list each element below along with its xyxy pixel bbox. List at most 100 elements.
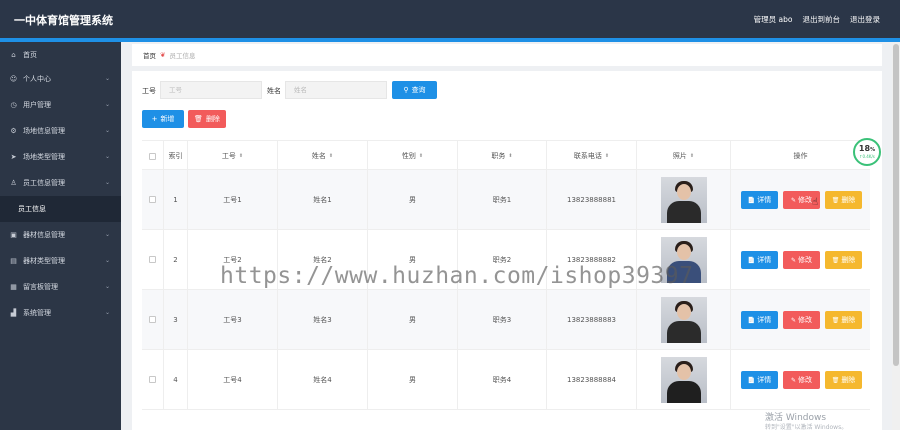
header-checkbox-cell	[142, 141, 164, 171]
name-filter-input[interactable]: 姓名	[285, 81, 387, 99]
id-filter-input[interactable]: 工号	[160, 81, 262, 99]
chevron-down-icon: ⌄	[104, 283, 110, 290]
header-accent-line	[0, 38, 900, 42]
sidebar-subitem-staff-info[interactable]: 员工信息	[0, 196, 121, 222]
detail-button[interactable]: 📄 详情	[741, 371, 778, 389]
header-gender[interactable]: 性别 ⬍	[368, 141, 458, 171]
batch-delete-label: 删除	[205, 115, 220, 123]
row-checkbox-cell	[142, 290, 164, 349]
staff-photo	[660, 356, 707, 403]
row-checkbox[interactable]	[149, 376, 156, 383]
header-phone[interactable]: 联系电话 ⬍	[547, 141, 637, 171]
row-checkbox-cell	[142, 230, 164, 289]
batch-delete-button[interactable]: 🗑 删除	[188, 110, 226, 128]
chevron-down-icon: ⌄	[104, 75, 110, 82]
document-icon: 📄	[747, 196, 756, 204]
page-scrollbar[interactable]	[892, 42, 900, 430]
sidebar-item-label: 场地类型管理	[23, 153, 65, 161]
sidebar-item-0[interactable]: ⌂ 首页	[0, 42, 121, 68]
box-icon: ▣	[10, 231, 17, 239]
scrollbar-thumb[interactable]	[893, 44, 899, 366]
header-id-label: 工号	[221, 152, 236, 160]
ops-cell: 📄 详情 ✎ 修改 🗑 删除	[731, 350, 870, 409]
admin-name[interactable]: 管理员 abo	[754, 14, 793, 25]
table-row: 4 工号4 姓名4 男职务4 13823888884 📄 详情 ✎ 修改 🗑 删除	[142, 350, 870, 410]
sort-icon: ⬍	[418, 153, 424, 159]
sidebar-item-label: 员工信息管理	[23, 179, 65, 187]
delete-button[interactable]: 🗑 删除	[825, 371, 862, 389]
cell-id: 工号1	[188, 170, 278, 229]
sidebar-item-4[interactable]: ➤ 场地类型管理 ⌄	[0, 144, 121, 170]
delete-button-label: 删除	[841, 376, 856, 384]
cell-position: 职务1	[458, 170, 547, 229]
edit-button[interactable]: ✎ 修改	[783, 371, 820, 389]
header-position[interactable]: 职务 ⬍	[458, 141, 547, 171]
header-name[interactable]: 姓名 ⬍	[278, 141, 368, 171]
photo-cell	[637, 170, 731, 229]
user-icon: ☺	[9, 75, 18, 83]
person-icon: ♙	[10, 179, 17, 187]
photo-face	[676, 183, 691, 200]
header-photo[interactable]: 照片 ⬍	[637, 141, 731, 171]
query-button[interactable]: ⚲ 查询	[392, 81, 437, 99]
query-button-label: 查询	[411, 86, 426, 94]
document-icon: 📄	[747, 256, 756, 264]
edit-button[interactable]: ✎ 修改	[783, 251, 820, 269]
detail-button-label: 详情	[757, 376, 772, 384]
sidebar-item-9[interactable]: ▟ 系统管理 ⌄	[0, 300, 121, 326]
clock-icon: ◷	[10, 101, 17, 109]
row-checkbox-cell	[142, 170, 164, 229]
sidebar-item-8[interactable]: ▦ 留言板管理 ⌄	[0, 274, 121, 300]
sidebar-item-1[interactable]: ☺ 个人中心 ⌄	[0, 66, 121, 92]
sidebar-item-label: 留言板管理	[23, 283, 58, 291]
row-checkbox[interactable]	[149, 316, 156, 323]
photo-body	[666, 380, 701, 403]
delete-button[interactable]: 🗑 删除	[825, 311, 862, 329]
sidebar: ⌂ 首页 ☺ 个人中心 ⌄ ◷ 用户管理 ⌄ ⚙ 场地信息管理 ⌄ ➤ 场地类型管理 ⌄ ♙ 员工信息管理 ⌄ ▣…	[0, 42, 121, 430]
sidebar-item-label: 器材类型管理	[23, 257, 65, 265]
detail-button[interactable]: 📄 详情	[741, 251, 778, 269]
edit-button-label: 修改	[798, 256, 813, 264]
cell-index: 4	[164, 350, 188, 409]
photo-face	[676, 243, 691, 260]
ops-cell: 📄 详情 ✎ 修改 🗑 删除	[731, 170, 870, 229]
row-checkbox[interactable]	[149, 256, 156, 263]
detail-button-label: 详情	[757, 196, 772, 204]
header-ops: 操作	[793, 152, 808, 160]
sort-icon: ⬍	[508, 153, 513, 159]
sidebar-item-6[interactable]: ▣ 器材信息管理 ⌄	[0, 222, 121, 248]
detail-button[interactable]: 📄 详情	[741, 191, 778, 209]
cell-id: 工号4	[188, 350, 278, 409]
trash-icon: 🗑	[831, 376, 840, 384]
table-row: 1 工号1 姓名1 男职务1 13823888881 📄 详情 ✎ 修改 🗑 删除	[142, 170, 870, 230]
add-button[interactable]: + 新增	[142, 110, 184, 128]
cell-gender: 男	[368, 350, 458, 409]
breadcrumb-current: 员工信息	[169, 52, 196, 60]
breadcrumb-home[interactable]: 首页	[143, 50, 156, 60]
delete-button-label: 删除	[841, 256, 856, 264]
edit-button[interactable]: ✎ 修改	[783, 311, 820, 329]
delete-button[interactable]: 🗑 删除	[825, 191, 862, 209]
trash-icon: 🗑	[831, 316, 840, 324]
add-button-label: 新增	[160, 115, 175, 123]
sidebar-item-2[interactable]: ◷ 用户管理 ⌄	[0, 92, 121, 118]
sidebar-item-3[interactable]: ⚙ 场地信息管理 ⌄	[0, 118, 121, 144]
delete-button[interactable]: 🗑 删除	[825, 251, 862, 269]
cell-name: 姓名1	[278, 170, 368, 229]
chevron-down-icon: ⌄	[104, 257, 110, 264]
row-checkbox[interactable]	[149, 196, 156, 203]
photo-cell	[637, 350, 731, 409]
detail-button[interactable]: 📄 详情	[741, 311, 778, 329]
select-all-checkbox[interactable]	[149, 152, 156, 160]
cell-position: 职务3	[458, 290, 547, 349]
progress-speed: ↑0.4K/s	[859, 154, 875, 159]
sidebar-item-5[interactable]: ♙ 员工信息管理 ⌄	[0, 170, 121, 196]
logout-link[interactable]: 退出登录	[850, 14, 880, 25]
sidebar-item-label: 个人中心	[23, 75, 51, 83]
back-to-front-link[interactable]: 退出到前台	[803, 14, 841, 25]
header-position-label: 职务	[491, 152, 506, 160]
gear-icon: ⚙	[10, 127, 17, 135]
sidebar-item-7[interactable]: ▤ 器材类型管理 ⌄	[0, 248, 121, 274]
header-id[interactable]: 工号 ⬍	[188, 141, 278, 171]
name-filter-label: 姓名	[267, 87, 281, 95]
